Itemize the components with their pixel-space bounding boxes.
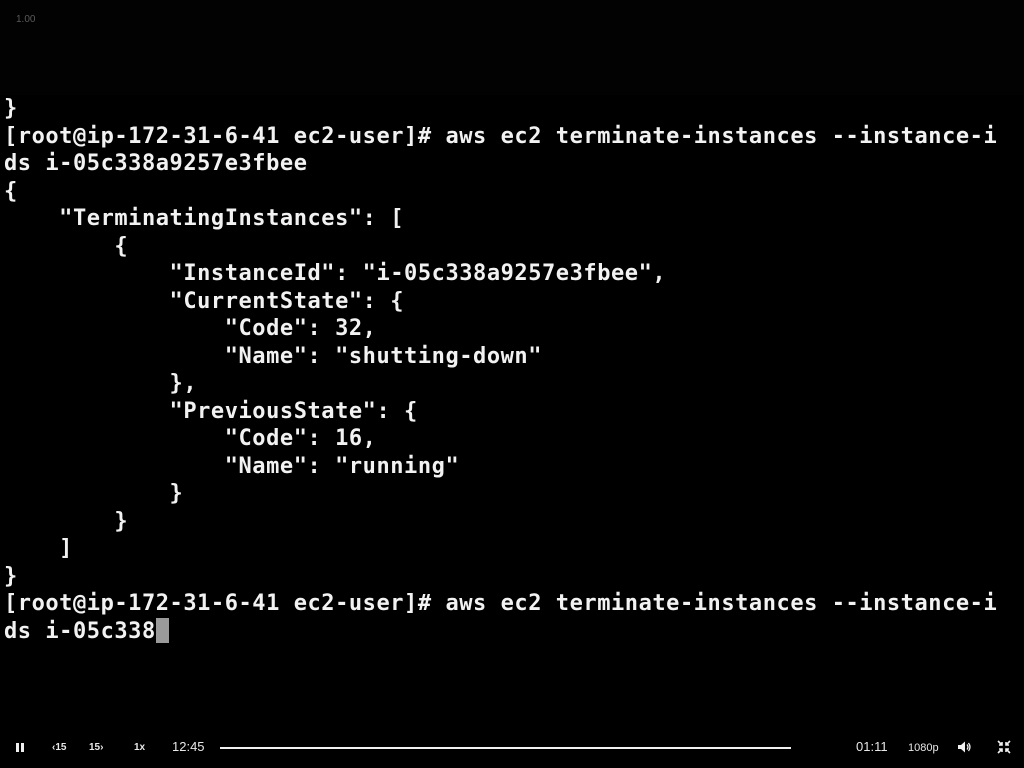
terminal-line: },: [4, 370, 1020, 398]
video-player[interactable]: 1.00 } [root@ip-172-31-6-41 ec2-user]# aw…: [0, 0, 1024, 768]
terminal-line: {: [4, 233, 1020, 261]
terminal-line: "Code": 32,: [4, 315, 1020, 343]
terminal-line: "Code": 16,: [4, 425, 1020, 453]
volume-icon[interactable]: [957, 740, 971, 756]
current-time: 12:45: [172, 739, 205, 754]
progress-fill: [220, 747, 791, 749]
terminal-line-text: ds i-05c338: [4, 618, 156, 644]
terminal-line-text: ds i-05c338a9257e3fbee: [4, 151, 308, 176]
forward-15-icon: ›: [100, 742, 104, 753]
terminal-line: [root@ip-172-31-6-41 ec2-user]# aws ec2 …: [4, 123, 1020, 151]
exit-fullscreen-icon[interactable]: [997, 740, 1011, 756]
terminal-line: }: [4, 95, 1020, 123]
terminal-line-text: "Name": "shutting-down": [4, 343, 543, 369]
terminal-line-text: "CurrentState": {: [4, 288, 405, 314]
terminal-window: } [root@ip-172-31-6-41 ec2-user]# aws ec2…: [0, 95, 1024, 655]
terminal-line-text: }: [4, 481, 184, 506]
rewind-label: 15: [55, 742, 67, 753]
terminal-line: ds i-05c338a9257e3fbee: [4, 150, 1020, 178]
terminal-line: }: [4, 563, 1020, 591]
terminal-output: } [root@ip-172-31-6-41 ec2-user]# aws ec2…: [4, 95, 1020, 645]
terminal-line-text: "Code": 16,: [4, 426, 377, 451]
terminal-line: "TerminatingInstances": [: [4, 205, 1020, 233]
terminal-line-text: [root@ip-172-31-6-41 ec2-user]# aws ec2 …: [4, 123, 998, 149]
terminal-line-text: "TerminatingInstances": [: [4, 206, 405, 231]
quality-button[interactable]: 1080p: [908, 740, 939, 756]
terminal-line-text: {: [4, 178, 18, 204]
terminal-line: }: [4, 508, 1020, 536]
terminal-line-text: "Name": "running": [4, 453, 460, 479]
playback-speed-button[interactable]: 1x: [134, 740, 145, 756]
terminal-line-text: }: [4, 96, 18, 121]
terminal-line: "PreviousState": {: [4, 398, 1020, 426]
forward-label: 15: [89, 742, 101, 753]
terminal-cursor: [155, 617, 169, 643]
terminal-line: "Name": "shutting-down": [4, 343, 1020, 371]
terminal-line: {: [4, 178, 1020, 206]
terminal-line-text: }: [4, 563, 18, 589]
progress-bar[interactable]: [220, 747, 791, 749]
rewind-15-button[interactable]: ‹15: [52, 740, 66, 756]
player-controls: ‹15 15› 1x 12:45 01:11 1080p: [0, 728, 1024, 768]
remaining-time: 01:11: [856, 739, 888, 754]
terminal-line-text: {: [4, 233, 129, 259]
terminal-line-text: }: [4, 508, 129, 534]
video-top-area: 1.00: [0, 0, 1024, 95]
terminal-line: "Name": "running": [4, 453, 1020, 481]
terminal-line: "CurrentState": {: [4, 288, 1020, 316]
speed-indicator: 1.00: [16, 14, 36, 25]
terminal-line: ]: [4, 535, 1020, 563]
terminal-line-text: },: [4, 371, 198, 396]
pause-icon[interactable]: [16, 740, 26, 756]
terminal-line: ds i-05c338: [4, 617, 1020, 646]
terminal-line-text: "InstanceId": "i-05c338a9257e3fbee",: [4, 261, 667, 286]
terminal-line: [root@ip-172-31-6-41 ec2-user]# aws ec2 …: [4, 590, 1020, 618]
terminal-line-text: ]: [4, 536, 73, 561]
terminal-line: }: [4, 480, 1020, 508]
terminal-line-text: [root@ip-172-31-6-41 ec2-user]# aws ec2 …: [4, 591, 998, 616]
terminal-line-text: "PreviousState": {: [4, 398, 418, 424]
terminal-line: "InstanceId": "i-05c338a9257e3fbee",: [4, 260, 1020, 288]
terminal-line-text: "Code": 32,: [4, 316, 377, 341]
forward-15-button[interactable]: 15›: [89, 740, 103, 756]
